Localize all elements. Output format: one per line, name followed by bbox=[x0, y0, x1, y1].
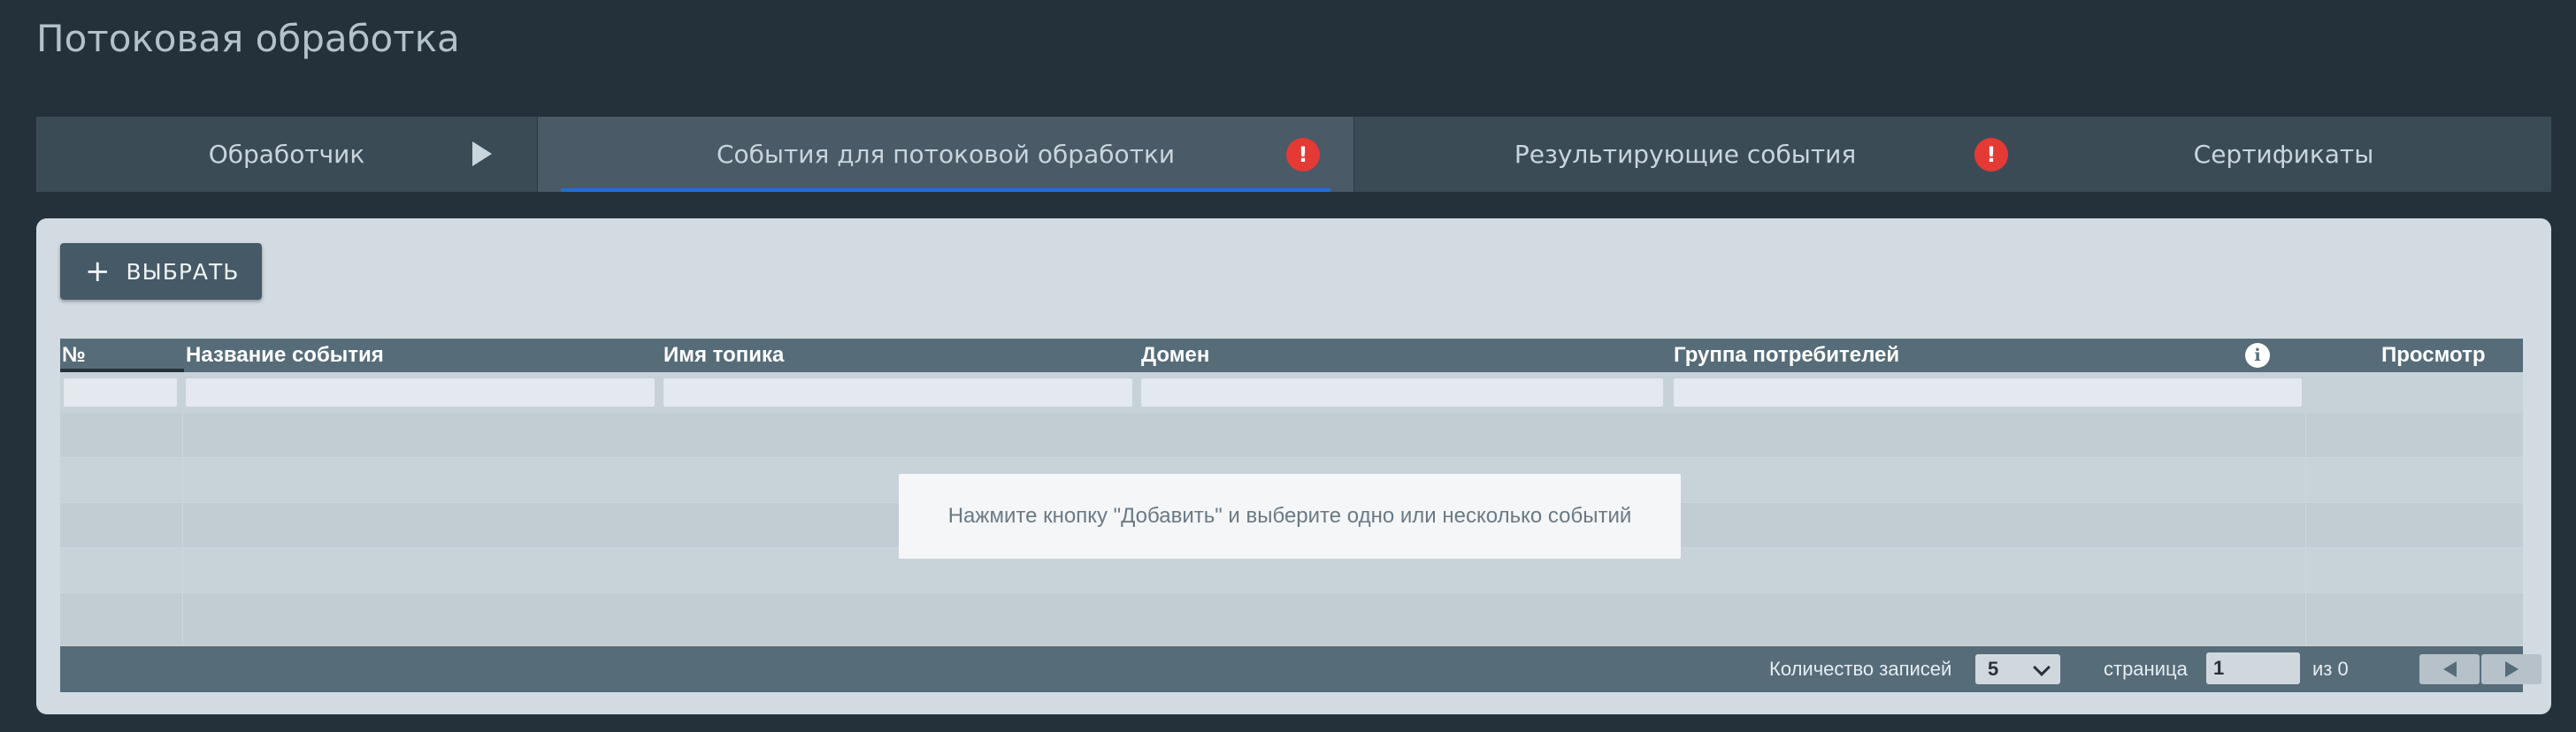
records-count-label: Количество записей bbox=[1769, 658, 1952, 680]
empty-state-message: Нажмите кнопку "Добавить" и выберите одн… bbox=[899, 474, 1681, 559]
column-header-domain[interactable]: Домен bbox=[1141, 339, 1209, 372]
tab-result-events-label: Результирующие события bbox=[1514, 140, 1857, 169]
tab-stream-events-label: События для потоковой обработки bbox=[716, 140, 1176, 169]
pagination-bar: Количество записей 5 страница из 0 bbox=[60, 646, 2542, 692]
events-panel: + ВЫБРАТЬ № Название события Имя топика … bbox=[36, 218, 2551, 714]
table-row bbox=[60, 593, 2523, 646]
tab-certificates-label: Сертификаты bbox=[2193, 140, 2374, 169]
next-page-button[interactable] bbox=[2481, 654, 2542, 684]
table-row bbox=[60, 413, 2523, 458]
total-pages-label: из 0 bbox=[2312, 658, 2349, 680]
column-divider bbox=[2305, 413, 2306, 646]
column-header-view[interactable]: Просмотр bbox=[2381, 339, 2486, 372]
tab-handler[interactable]: Обработчик bbox=[36, 117, 537, 192]
alert-icon: ! bbox=[1974, 138, 2008, 172]
column-header-consumer-group[interactable]: Группа потребителей bbox=[1674, 339, 1899, 372]
column-header-topic-name[interactable]: Имя топика bbox=[663, 339, 784, 372]
previous-page-button[interactable] bbox=[2419, 654, 2480, 684]
page-size-select[interactable]: 5 bbox=[1975, 654, 2060, 684]
select-button[interactable]: + ВЫБРАТЬ bbox=[60, 243, 262, 300]
column-header-event-name[interactable]: Название события bbox=[186, 339, 384, 372]
arrow-left-icon bbox=[2442, 661, 2457, 677]
grid-header: № Название события Имя топика Домен Груп… bbox=[60, 339, 2523, 372]
tab-result-events[interactable]: Результирующие события ! bbox=[1354, 117, 2016, 192]
alert-icon: ! bbox=[1286, 138, 1320, 172]
page-size-value: 5 bbox=[1988, 658, 1999, 680]
page-label: страница bbox=[2104, 658, 2188, 680]
select-button-label: ВЫБРАТЬ bbox=[126, 258, 240, 285]
chevron-down-icon bbox=[2033, 659, 2051, 676]
filter-domain-input[interactable] bbox=[1141, 378, 1663, 407]
filter-row bbox=[60, 372, 2523, 413]
tab-stream-events[interactable]: События для потоковой обработки ! bbox=[537, 117, 1354, 192]
play-icon[interactable] bbox=[472, 141, 492, 166]
page-number-input[interactable] bbox=[2206, 652, 2300, 684]
active-tab-indicator bbox=[561, 188, 1330, 192]
column-divider bbox=[182, 413, 183, 646]
column-header-number[interactable]: № bbox=[62, 339, 86, 372]
info-icon[interactable]: i bbox=[2245, 343, 2270, 368]
tab-certificates[interactable]: Сертификаты bbox=[2016, 117, 2551, 192]
arrow-right-icon bbox=[2504, 661, 2518, 677]
page-title: Потоковая обработка bbox=[36, 17, 460, 60]
tab-bar: Обработчик События для потоковой обработ… bbox=[36, 117, 2551, 192]
plus-icon: + bbox=[85, 254, 111, 289]
events-grid: № Название события Имя топика Домен Груп… bbox=[60, 339, 2542, 692]
filter-consumer-group-input[interactable] bbox=[1674, 378, 2302, 407]
tab-handler-label: Обработчик bbox=[208, 140, 365, 169]
filter-event-name-input[interactable] bbox=[186, 378, 655, 407]
filter-number-input[interactable] bbox=[64, 378, 177, 407]
filter-topic-name-input[interactable] bbox=[663, 378, 1132, 407]
